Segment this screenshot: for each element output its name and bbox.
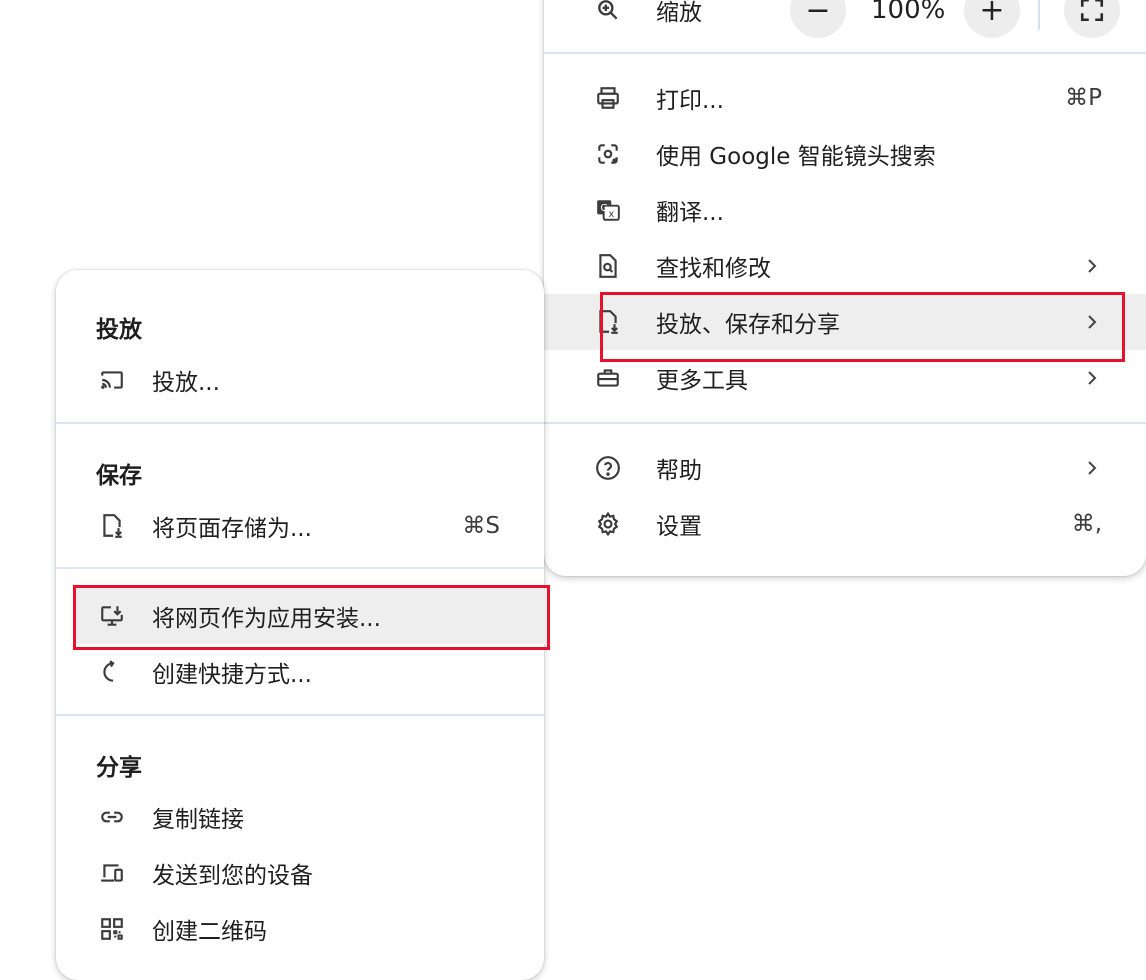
divider xyxy=(56,567,544,569)
fullscreen-button[interactable] xyxy=(1064,0,1120,38)
menu-item-google-lens[interactable]: 使用 Google 智能镜头搜索 xyxy=(544,126,1146,182)
devices-icon xyxy=(98,859,126,887)
divider xyxy=(544,52,1146,54)
menu-item-label: 打印... xyxy=(656,88,724,114)
menu-item-cast-save-share[interactable]: 投放、保存和分享 xyxy=(544,294,1146,350)
zoom-divider xyxy=(1038,0,1040,30)
submenu-item-save-page-as[interactable]: 将页面存储为... ⌘S xyxy=(56,498,544,554)
zoom-level: 100% xyxy=(871,0,946,25)
divider xyxy=(544,422,1146,424)
svg-text:G: G xyxy=(600,203,608,214)
menu-item-label: 翻译... xyxy=(656,200,724,226)
svg-text:x: x xyxy=(609,209,615,220)
zoom-label: 缩放 xyxy=(656,0,702,26)
submenu-item-label: 创建快捷方式... xyxy=(152,662,312,688)
submenu-item-label: 将页面存储为... xyxy=(152,516,312,542)
google-lens-icon xyxy=(594,140,622,168)
zoom-row: 缩放 − 100% + xyxy=(544,0,1146,38)
zoom-icon xyxy=(594,0,622,24)
chevron-right-icon xyxy=(1084,255,1100,277)
save-page-icon xyxy=(98,512,126,540)
menu-item-translate[interactable]: Gx 翻译... xyxy=(544,182,1146,238)
find-icon xyxy=(594,252,622,280)
menu-item-help[interactable]: 帮助 xyxy=(544,440,1146,496)
section-title-save: 保存 xyxy=(96,463,142,489)
help-icon xyxy=(594,454,622,482)
zoom-in-button[interactable]: + xyxy=(964,0,1020,38)
menu-item-label: 帮助 xyxy=(656,458,702,484)
divider xyxy=(56,714,544,716)
section-title-cast: 投放 xyxy=(96,317,142,343)
section-title-share: 分享 xyxy=(96,755,142,781)
shortcut-icon xyxy=(98,658,126,686)
menu-item-label: 查找和修改 xyxy=(656,256,771,282)
menu-item-label: 更多工具 xyxy=(656,368,748,394)
zoom-out-button[interactable]: − xyxy=(790,0,846,38)
menu-item-settings[interactable]: 设置 ⌘, xyxy=(544,496,1146,552)
chrome-main-menu: 缩放 − 100% + 打印... ⌘P 使用 Google 智能镜头搜索 Gx… xyxy=(544,0,1146,576)
qr-code-icon xyxy=(98,915,126,943)
submenu-item-label: 复制链接 xyxy=(152,807,244,833)
chevron-right-icon xyxy=(1084,311,1100,333)
translate-icon: Gx xyxy=(594,196,622,224)
submenu-item-send-to-devices[interactable]: 发送到您的设备 xyxy=(56,845,544,901)
menu-item-label: 投放、保存和分享 xyxy=(656,312,840,338)
save-file-icon xyxy=(594,308,622,336)
chevron-right-icon xyxy=(1084,457,1100,479)
cast-icon xyxy=(98,366,126,394)
menu-item-label: 设置 xyxy=(656,514,702,540)
submenu-item-create-shortcut[interactable]: 创建快捷方式... xyxy=(56,644,544,700)
submenu-item-copy-link[interactable]: 复制链接 xyxy=(56,789,544,845)
chevron-right-icon xyxy=(1084,367,1100,389)
menu-item-print[interactable]: 打印... ⌘P xyxy=(544,70,1146,126)
submenu-item-label: 发送到您的设备 xyxy=(152,863,313,889)
menu-item-label: 使用 Google 智能镜头搜索 xyxy=(656,144,936,170)
menu-item-more-tools[interactable]: 更多工具 xyxy=(544,350,1146,406)
install-app-icon xyxy=(98,602,126,630)
shortcut-label: ⌘P xyxy=(1065,85,1102,111)
submenu-item-label: 创建二维码 xyxy=(152,919,267,945)
shortcut-label: ⌘, xyxy=(1071,511,1102,537)
submenu-item-install-app[interactable]: 将网页作为应用安装... xyxy=(56,588,544,644)
submenu-item-label: 将网页作为应用安装... xyxy=(152,606,381,632)
gear-icon xyxy=(594,510,622,538)
divider xyxy=(56,422,544,424)
submenu-item-create-qr-code[interactable]: 创建二维码 xyxy=(56,901,544,957)
submenu-item-label: 投放... xyxy=(152,370,220,396)
fullscreen-icon xyxy=(1080,0,1104,22)
toolbox-icon xyxy=(594,364,622,392)
printer-icon xyxy=(594,84,622,112)
submenu-item-cast[interactable]: 投放... xyxy=(56,352,544,408)
cast-save-share-submenu: 投放 投放... 保存 将页面存储为... ⌘S 将网页作为应用安装... 创建… xyxy=(56,270,548,980)
link-icon xyxy=(98,803,126,831)
menu-item-find-and-edit[interactable]: 查找和修改 xyxy=(544,238,1146,294)
shortcut-label: ⌘S xyxy=(462,513,500,539)
